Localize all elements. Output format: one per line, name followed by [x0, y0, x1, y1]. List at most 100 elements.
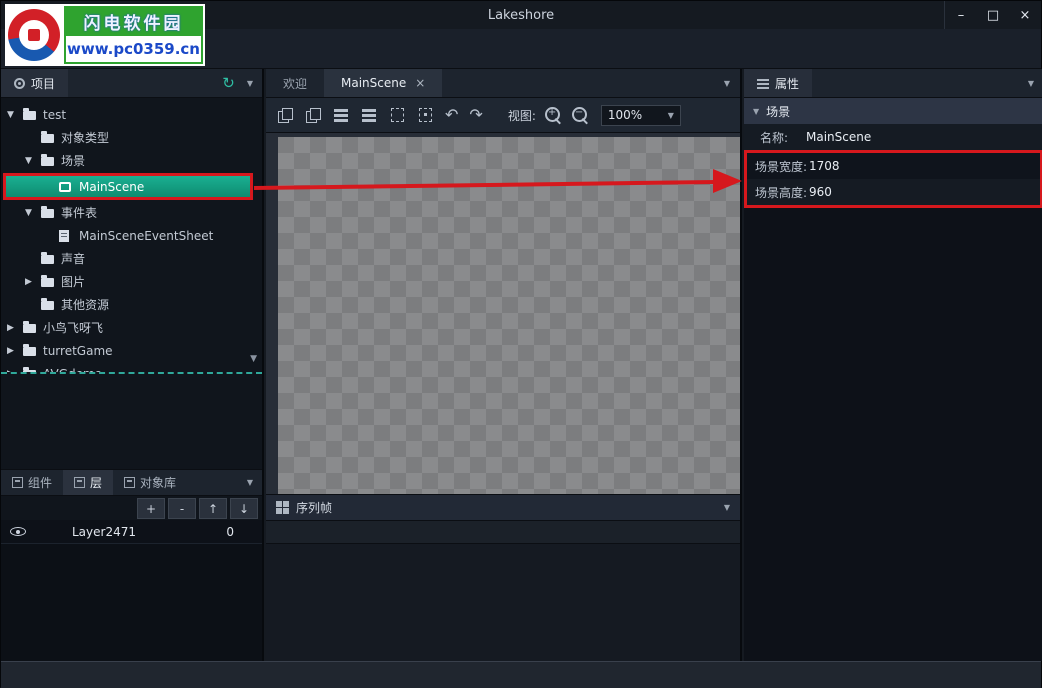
sequence-frames-empty-area: [266, 544, 740, 661]
undo-icon[interactable]: ↶: [443, 107, 460, 123]
tab-welcome[interactable]: 欢迎: [266, 69, 324, 97]
property-row-name[interactable]: 名称: MainScene: [744, 124, 1042, 150]
tree-item-label: 对象类型: [59, 129, 109, 146]
transparency-checkerboard[interactable]: [278, 137, 740, 494]
folder-icon: [41, 276, 59, 287]
close-button[interactable]: ×: [1009, 1, 1041, 29]
tree-item-bird-project[interactable]: ▶ 小鸟飞呀飞: [1, 316, 262, 339]
property-value[interactable]: 1708: [809, 159, 840, 173]
watermark-site-name: 闪电软件园: [64, 6, 203, 36]
zoom-out-icon[interactable]: −: [570, 105, 590, 125]
move-layer-down-button[interactable]: ↓: [230, 498, 258, 519]
editor-toolbar: ↶ ↷ 视图: + − 100% ▼: [266, 98, 740, 133]
property-value[interactable]: MainScene: [806, 130, 871, 144]
tree-item-images[interactable]: ▶ 图片: [1, 270, 262, 293]
tree-item-event-sheets[interactable]: ▼ 事件表: [1, 201, 262, 224]
tree-item-turretgame[interactable]: ▶ turretGame: [1, 339, 262, 362]
tree-item-label: 事件表: [59, 204, 97, 221]
duplicate-icon[interactable]: [303, 105, 324, 125]
chevron-down-icon[interactable]: ▼: [25, 156, 41, 166]
chevron-down-icon[interactable]: ▼: [7, 110, 23, 120]
properties-section-scene[interactable]: ▼ 场景: [744, 98, 1042, 124]
folder-icon: [41, 253, 59, 264]
zoom-in-icon[interactable]: +: [543, 105, 563, 125]
property-row-scene-height[interactable]: 场景高度: 960: [747, 179, 1040, 205]
property-label: 场景高度:: [747, 184, 809, 201]
sequence-frames-icon: [276, 501, 289, 514]
layer-name: Layer2471: [72, 525, 136, 539]
property-value[interactable]: 960: [809, 185, 832, 199]
tree-item-label: 小鸟飞呀飞: [41, 319, 103, 336]
object-library-icon: [124, 477, 135, 488]
refresh-icon[interactable]: ↻: [222, 76, 235, 91]
chevron-down-icon[interactable]: ▼: [1028, 79, 1034, 88]
chevron-down-icon[interactable]: ▼: [724, 79, 740, 88]
folder-icon: [41, 132, 59, 143]
tree-item-avgdemo[interactable]: ▶ AVGdemo: [1, 362, 262, 372]
chevron-right-icon[interactable]: ▶: [7, 346, 23, 356]
tab-mainscene[interactable]: MainScene ×: [324, 69, 442, 97]
add-layer-button[interactable]: +: [137, 498, 165, 519]
property-row-scene-width[interactable]: 场景宽度: 1708: [747, 153, 1040, 179]
tab-close-icon[interactable]: ×: [415, 77, 425, 89]
move-layer-up-button[interactable]: ↑: [199, 498, 227, 519]
tab-project-label: 项目: [31, 75, 55, 92]
paste-icon[interactable]: [275, 105, 296, 125]
layer-list-item[interactable]: Layer2471 0: [1, 520, 262, 544]
tab-project[interactable]: 项目: [1, 69, 68, 97]
marquee-select-icon[interactable]: [387, 105, 408, 125]
tab-components-label: 组件: [28, 474, 52, 491]
tree-item-scenes[interactable]: ▼ 场景: [1, 149, 262, 172]
folder-icon: [23, 109, 41, 120]
chevron-down-icon[interactable]: ▼: [247, 79, 253, 88]
event-sheet-icon: [59, 230, 77, 242]
chevron-right-icon[interactable]: ▶: [25, 277, 41, 287]
zoom-level-dropdown[interactable]: 100% ▼: [601, 105, 681, 126]
project-panel: 项目 ↻ ▼ ▼ test 对象类型 ▼: [1, 69, 264, 661]
visibility-eye-icon[interactable]: [10, 527, 26, 536]
app-window: Lakeshore – □ × 闪电软件园 www.pc0359.cn 项目 ↻…: [0, 0, 1042, 687]
left-bottom-tabs: 组件 层 对象库 ▼: [1, 469, 262, 496]
tree-item-mainscene-eventsheet[interactable]: MainSceneEventSheet: [1, 224, 262, 247]
sequence-frames-bar[interactable]: 序列帧 ▼: [266, 494, 740, 521]
project-tree: ▼ test 对象类型 ▼ 场景 MainScene: [1, 98, 262, 469]
tree-item-object-types[interactable]: 对象类型: [1, 126, 262, 149]
tree-item-mainscene-selected[interactable]: MainScene: [3, 173, 253, 200]
tab-object-library[interactable]: 对象库: [113, 470, 187, 495]
maximize-button[interactable]: □: [977, 1, 1009, 29]
chevron-down-icon[interactable]: ▼: [247, 478, 262, 487]
properties-panel-header: 属性 ▼: [744, 69, 1042, 98]
remove-layer-button[interactable]: -: [168, 498, 196, 519]
folder-icon: [41, 299, 59, 310]
tree-item-label: 图片: [59, 273, 85, 290]
tree-item-test[interactable]: ▼ test: [1, 103, 262, 126]
components-icon: [12, 477, 23, 488]
editor-tab-bar: 欢迎 MainScene × ▼: [266, 69, 740, 98]
chevron-down-icon[interactable]: ▼: [753, 107, 759, 116]
chevron-right-icon[interactable]: ▶: [7, 323, 23, 333]
properties-header-actions: ▼: [1028, 79, 1042, 88]
layer-list-empty-area: [1, 544, 262, 661]
redo-icon[interactable]: ↷: [467, 107, 484, 123]
scroll-down-icon[interactable]: ▼: [250, 354, 257, 364]
tab-components[interactable]: 组件: [1, 470, 63, 495]
properties-panel: 属性 ▼ ▼ 场景 名称: MainScene 场景宽度: 1708 场景高度:…: [744, 69, 1042, 661]
sequence-frames-label: 序列帧: [296, 499, 332, 516]
project-panel-header: 项目 ↻ ▼: [1, 69, 262, 98]
scene-canvas[interactable]: [266, 133, 740, 494]
align-horizontal-icon[interactable]: [331, 105, 352, 125]
property-label: 场景宽度:: [747, 158, 809, 175]
tab-properties[interactable]: 属性: [744, 69, 812, 97]
minimize-button[interactable]: –: [945, 1, 977, 29]
tree-item-sounds[interactable]: 声音: [1, 247, 262, 270]
tab-layers[interactable]: 层: [63, 470, 113, 495]
layer-value: 0: [226, 525, 234, 539]
chevron-down-icon[interactable]: ▼: [25, 208, 41, 218]
fit-selection-icon[interactable]: [415, 105, 436, 125]
chevron-down-icon[interactable]: ▼: [724, 503, 730, 512]
tree-item-other-resources[interactable]: 其他资源: [1, 293, 262, 316]
tree-item-label: MainSceneEventSheet: [77, 229, 213, 243]
align-vertical-icon[interactable]: [359, 105, 380, 125]
window-controls: – □ ×: [944, 1, 1041, 29]
tree-item-label: 声音: [59, 250, 85, 267]
